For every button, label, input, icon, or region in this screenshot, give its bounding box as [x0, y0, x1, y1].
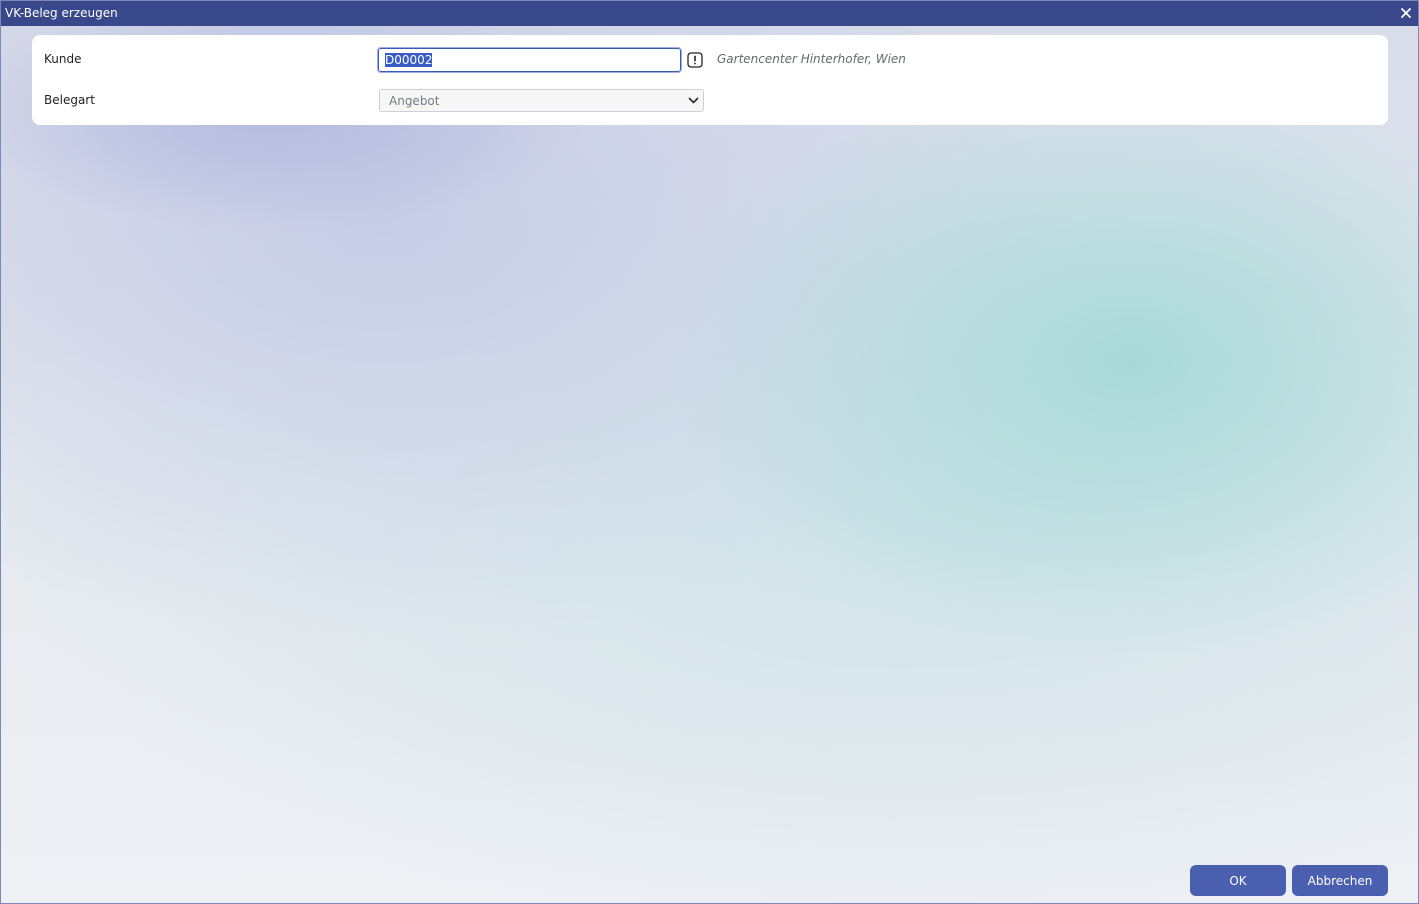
title-bar: VK-Beleg erzeugen: [1, 1, 1418, 26]
close-icon: [1401, 8, 1411, 18]
window-title: VK-Beleg erzeugen: [5, 6, 118, 20]
form-panel: Kunde Gartencenter Hinterhofer, Wien Bel…: [32, 35, 1388, 125]
customer-name-display: Gartencenter Hinterhofer, Wien: [717, 52, 906, 66]
cancel-button[interactable]: Abbrechen: [1292, 865, 1388, 896]
chevron-down-icon: [688, 97, 699, 104]
kunde-input[interactable]: [377, 47, 682, 73]
dialog-window: VK-Beleg erzeugen Kunde Gartencenter Hin…: [0, 0, 1419, 904]
kunde-label: Kunde: [44, 52, 82, 66]
exclamation-icon[interactable]: [687, 52, 703, 68]
close-button[interactable]: [1397, 4, 1415, 22]
ok-button[interactable]: OK: [1190, 865, 1286, 896]
belegart-label: Belegart: [44, 93, 95, 107]
belegart-selected-value: Angebot: [389, 94, 440, 108]
belegart-select[interactable]: Angebot: [379, 89, 704, 112]
